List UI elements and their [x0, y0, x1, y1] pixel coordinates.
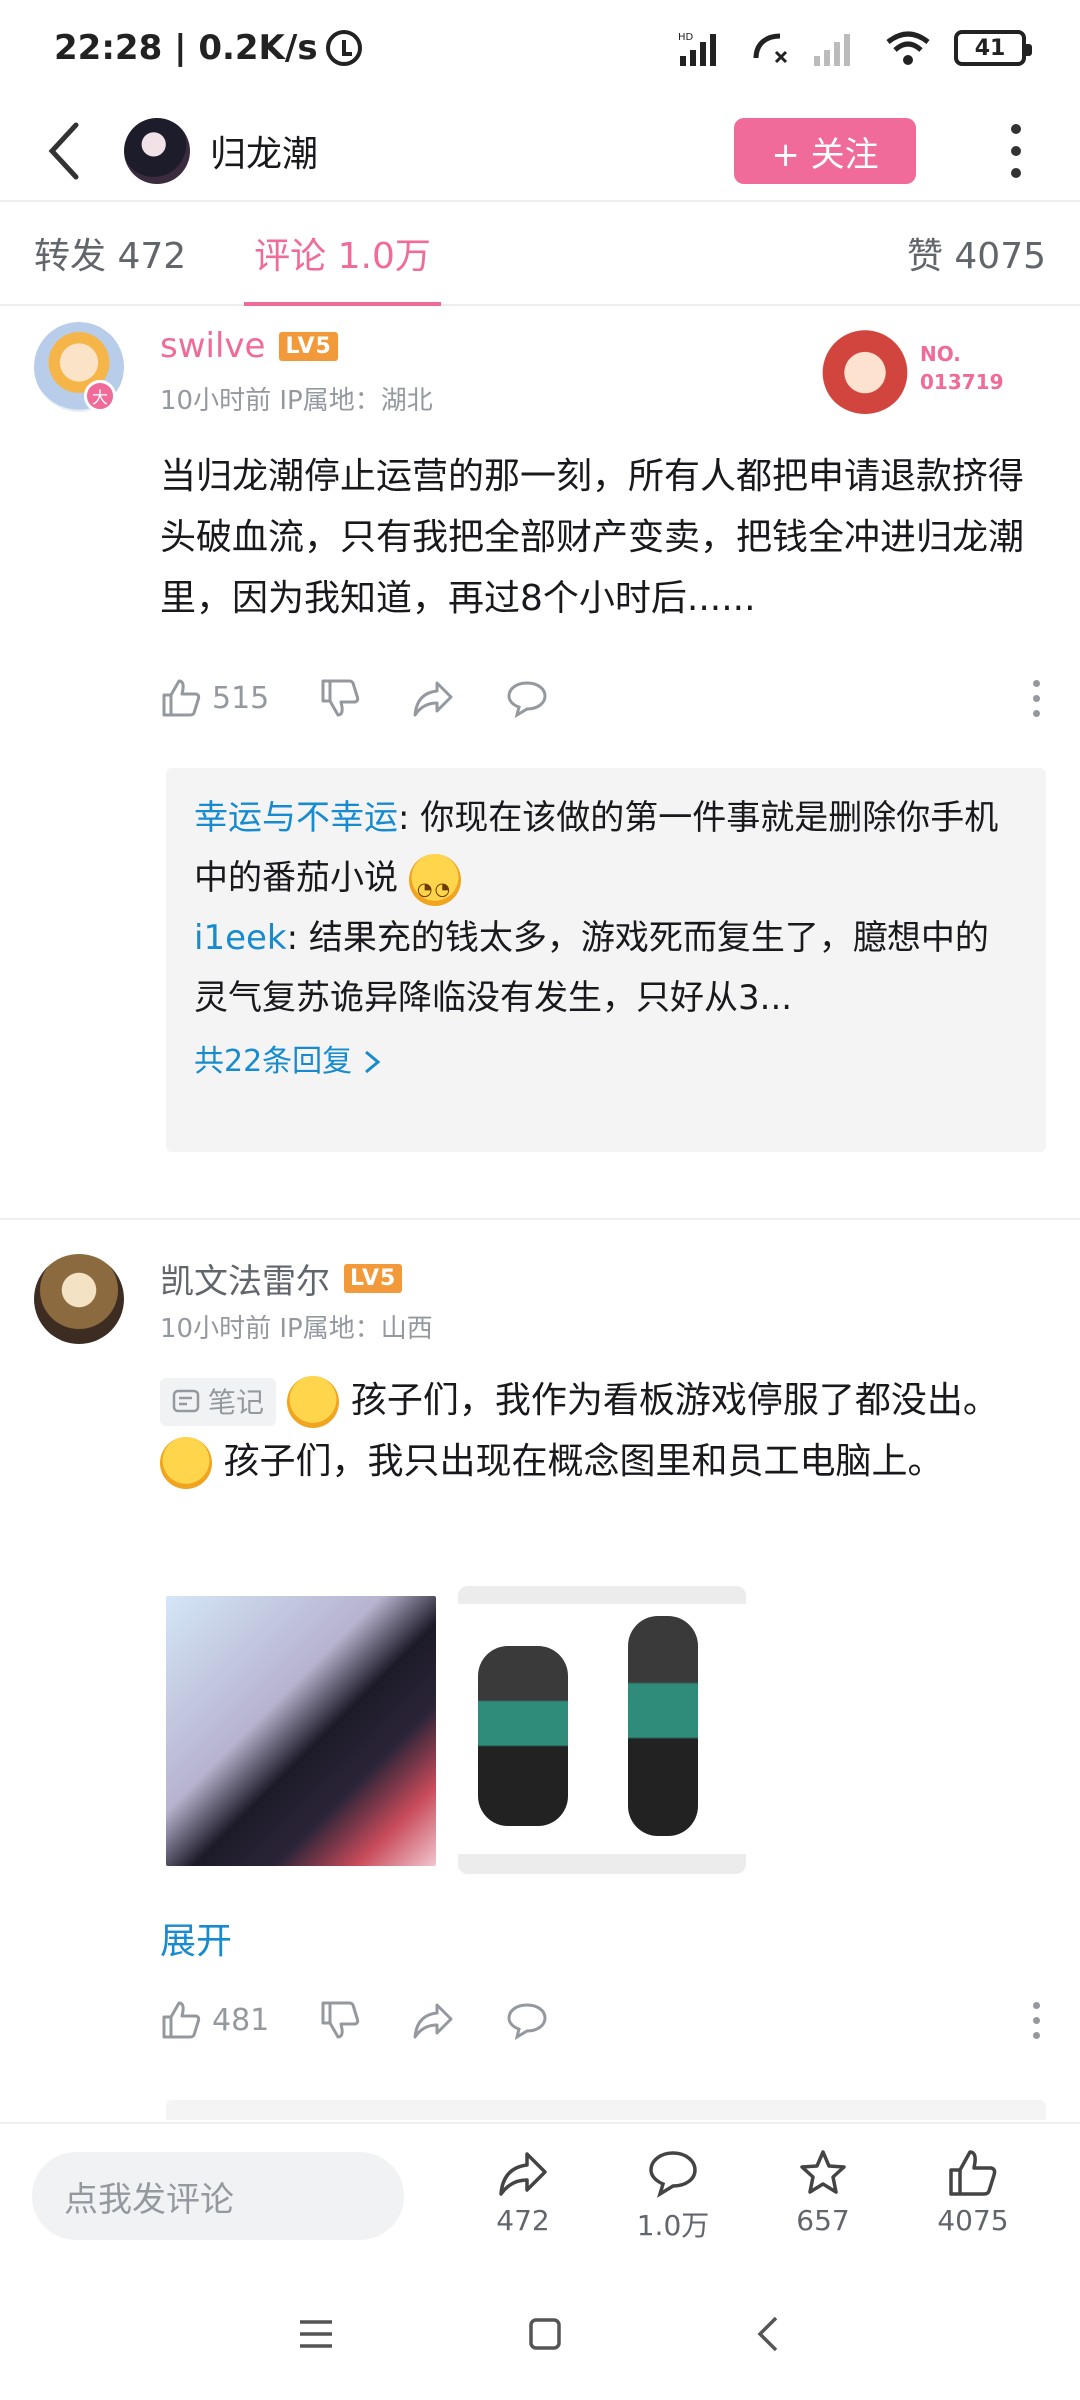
reply-text: : 结果充的钱太多，游戏死而复生了，臆想中的灵气复苏诡异降临没有发生，只好从3.… [194, 918, 989, 1018]
like-count: 481 [212, 2002, 270, 2038]
tab-likes[interactable]: 赞 4075 [907, 202, 1046, 304]
comment-text: 当归龙潮停止运营的那一刻，所有人都把申请退款挤得头破血流，只有我把全部财产变卖，… [160, 456, 1025, 619]
thumbs-up-icon [162, 2001, 201, 2039]
signal-weak-icon [814, 34, 850, 66]
laugh-cry-emoji-icon [160, 1437, 212, 1489]
note-tag: 笔记 [160, 1378, 277, 1426]
expand-link[interactable]: 展开 [160, 1912, 232, 1964]
back-icon[interactable] [754, 2314, 784, 2354]
vip-badge-icon: 大 [84, 380, 116, 412]
comment-more-button[interactable] [1033, 679, 1040, 717]
dizzy-emoji-icon [408, 853, 461, 920]
comment-icon [649, 2151, 697, 2198]
tab-comments[interactable]: 评论 1.0万 [244, 202, 441, 306]
avatar[interactable] [34, 1254, 124, 1344]
bottom-bar: 点我发评论 472 1.0万 657 4075 [0, 2122, 1080, 2268]
like-count: 515 [212, 680, 270, 716]
chevron-right-icon [365, 1050, 381, 1074]
follow-button[interactable]: + 关注 [734, 118, 916, 184]
status-bar: 22:28 | 0.2K/s HD 41 [0, 0, 1080, 96]
comment-icon [507, 681, 547, 719]
share-icon [413, 2003, 453, 2039]
status-time: 22:28 | 0.2K/s [54, 28, 318, 68]
alarm-icon [325, 30, 362, 66]
header: 归龙潮 + 关注 [0, 96, 1080, 206]
favorite-button[interactable]: 657 [748, 2148, 898, 2244]
home-icon[interactable] [527, 2316, 563, 2352]
dislike-button[interactable] [319, 1999, 361, 2041]
avatar[interactable] [124, 118, 190, 184]
fan-badge-number: NO. 013719 [920, 342, 1004, 394]
thumbs-down-icon [321, 2001, 360, 2039]
share-icon [499, 2152, 547, 2196]
thumbs-up-icon [162, 679, 201, 717]
svg-text:HD: HD [678, 32, 694, 43]
share-button[interactable] [411, 1999, 455, 2041]
comment-icon [507, 2003, 547, 2041]
reply-item: 幸运与不幸运: 你现在该做的第一件事就是删除你手机中的番茄小说 [194, 788, 1018, 920]
comment-meta: 10小时前 IP属地：湖北 [160, 386, 433, 416]
fan-badge-avatar [820, 322, 910, 414]
dislike-button[interactable] [319, 677, 361, 719]
laugh-cry-emoji-icon [287, 1376, 340, 1428]
like-button[interactable]: 515 [160, 677, 269, 719]
level-badge: LV5 [279, 331, 338, 361]
reply-username[interactable]: 幸运与不幸运 [194, 798, 398, 838]
comment-more-button[interactable] [1033, 2001, 1040, 2039]
reply-preview[interactable]: 幸运与不幸运: 你现在该做的第一件事就是删除你手机中的番茄小说 i1eek: 结… [166, 768, 1046, 1152]
back-button[interactable] [34, 121, 94, 181]
comment-button[interactable]: 1.0万 [598, 2148, 748, 2244]
comment-text: 笔记 孩子们，我作为看板游戏停服了都没出。 孩子们，我只出现在概念图里和员工电脑… [160, 1370, 1050, 1492]
comment-username[interactable]: 凯文法雷尔 [160, 1254, 330, 1303]
page-title: 归龙潮 [210, 134, 319, 175]
comment-meta: 10小时前 IP属地：山西 [160, 1314, 433, 1344]
wifi-icon [886, 31, 930, 65]
chevron-left-icon [48, 122, 79, 180]
share-button[interactable] [411, 677, 455, 719]
star-icon [800, 2150, 846, 2194]
comment-input[interactable]: 点我发评论 [32, 2152, 404, 2240]
tab-repost[interactable]: 转发 472 [34, 202, 186, 304]
reply-item: i1eek: 结果充的钱太多，游戏死而复生了，臆想中的灵气复苏诡异降临没有发生，… [194, 908, 1018, 1028]
level-badge: LV5 [344, 1264, 403, 1293]
comment-actions: 515 [160, 668, 1040, 728]
battery-icon: 41 [954, 30, 1032, 66]
reply-preview [166, 2100, 1046, 2120]
share-button[interactable]: 472 [448, 2148, 598, 2244]
system-nav-bar [0, 2268, 1080, 2400]
comment-username[interactable]: swilve [160, 326, 265, 366]
reply-username[interactable]: i1eek [194, 918, 287, 958]
like-button[interactable]: 481 [160, 1999, 269, 2041]
call-off-icon [753, 33, 788, 64]
menu-icon[interactable] [296, 2316, 336, 2352]
more-menu-button[interactable] [986, 124, 1046, 178]
signal-icon: HD [678, 32, 716, 66]
comment-image[interactable] [166, 1596, 436, 1866]
note-icon [172, 1389, 200, 1413]
view-all-replies-link[interactable]: 共22条回复 [194, 1032, 1018, 1092]
comment-image[interactable] [458, 1586, 746, 1874]
comment-actions: 481 [160, 1990, 1040, 2050]
thumbs-down-icon [321, 679, 360, 717]
reply-button[interactable] [505, 1999, 549, 2041]
share-icon [413, 681, 453, 717]
tab-bar: 转发 472 评论 1.0万 赞 4075 [0, 200, 1080, 306]
reply-button[interactable] [505, 677, 549, 719]
comment-item: 凯文法雷尔 LV5 10小时前 IP属地：山西 笔记 孩子们，我作为看板游戏停服… [0, 1220, 1080, 2120]
thumbs-up-icon [949, 2150, 997, 2196]
comment-item: 大 swilve LV5 10小时前 IP属地：湖北 NO. 013719 当归… [0, 306, 1080, 1216]
like-button[interactable]: 4075 [898, 2148, 1048, 2244]
